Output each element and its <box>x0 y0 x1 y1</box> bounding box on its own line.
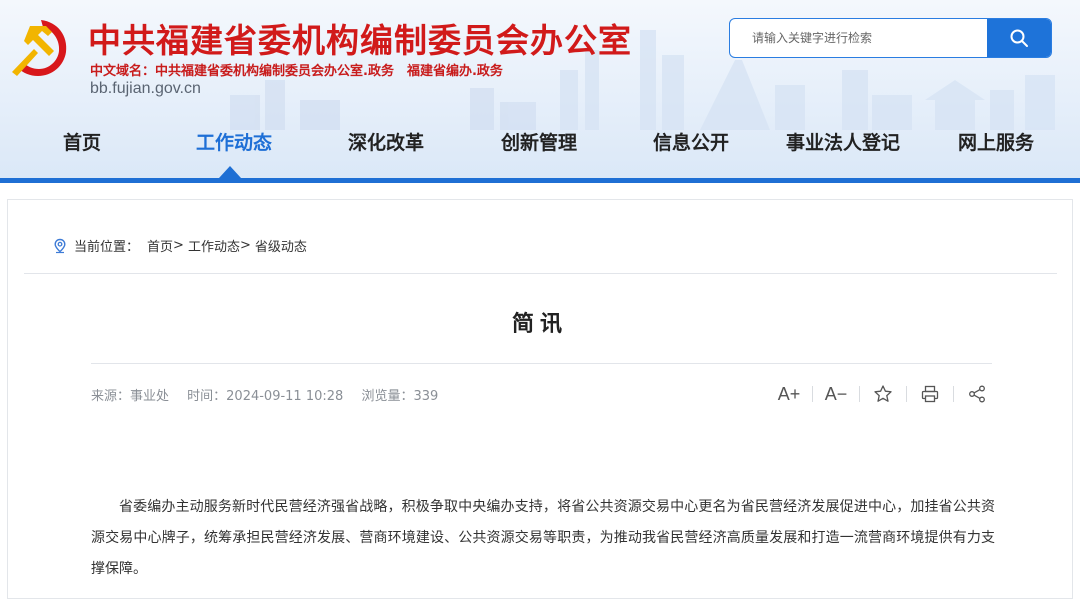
article-title: 简讯 <box>511 312 568 337</box>
tool-separator <box>859 386 860 402</box>
nav-underline-bar <box>0 178 1080 183</box>
nav-item-home[interactable]: 首页 <box>63 128 101 155</box>
article-time: 时间：2024-09-11 10:28 <box>187 389 344 404</box>
article-views: 浏览量：339 <box>361 389 439 404</box>
site-header: 中共福建省委机构编制委员会办公室 中文域名：中共福建省委机构编制委员会办公室.政… <box>0 0 1080 178</box>
nav-item-reform[interactable]: 深化改革 <box>348 128 424 155</box>
breadcrumb: 当前位置： 首页 > 工作动态 > 省级动态 <box>52 236 307 255</box>
font-decrease-button[interactable]: A− <box>821 382 851 406</box>
article-body: 省委编办主动服务新时代民营经济强省战略，积极争取中央编办支持，将省公共资源交易中… <box>91 499 995 577</box>
breadcrumb-home[interactable]: 首页 <box>147 236 173 255</box>
divider <box>91 363 992 364</box>
nav-item-work-news[interactable]: 工作动态 <box>196 128 272 155</box>
active-nav-indicator <box>219 166 241 178</box>
share-icon <box>969 385 985 403</box>
nav-item-legal-registration[interactable]: 事业法人登记 <box>786 128 900 155</box>
font-decrease-icon: A− <box>824 383 848 404</box>
breadcrumb-separator: > <box>173 238 184 253</box>
main-nav: 首页 工作动态 深化改革 创新管理 信息公开 事业法人登记 网上服务 <box>0 122 1080 162</box>
article-source: 来源：事业处 <box>91 389 170 404</box>
article-meta: 来源：事业处 时间：2024-09-11 10:28 浏览量：339 <box>91 385 452 404</box>
article-card: 当前位置： 首页 > 工作动态 > 省级动态 简讯 来源：事业处 时间：2024… <box>7 199 1073 599</box>
site-domain: bb.fujian.gov.cn <box>90 80 201 97</box>
nav-item-disclosure[interactable]: 信息公开 <box>653 128 729 155</box>
share-button[interactable] <box>962 382 992 406</box>
article-tools: A+ A− <box>774 382 992 406</box>
search-input[interactable] <box>730 19 988 57</box>
font-increase-icon: A+ <box>777 383 801 404</box>
nav-item-innovation[interactable]: 创新管理 <box>501 128 577 155</box>
tool-separator <box>906 386 907 402</box>
nav-item-online-service[interactable]: 网上服务 <box>958 128 1034 155</box>
party-emblem-icon <box>12 20 67 76</box>
favorite-button[interactable] <box>868 382 898 406</box>
tool-separator <box>812 386 813 402</box>
search-box <box>729 18 1052 58</box>
print-icon <box>921 385 939 403</box>
print-button[interactable] <box>915 382 945 406</box>
font-increase-button[interactable]: A+ <box>774 382 804 406</box>
divider <box>24 273 1057 274</box>
search-icon <box>1010 29 1028 47</box>
search-button[interactable] <box>987 19 1051 57</box>
tool-separator <box>953 386 954 402</box>
breadcrumb-separator: > <box>239 238 251 253</box>
star-icon <box>874 385 892 402</box>
location-icon <box>54 238 66 253</box>
site-subtitle: 中文域名：中共福建省委机构编制委员会办公室.政务 福建省编办.政务 <box>90 64 503 79</box>
breadcrumb-work-news[interactable]: 工作动态 <box>188 236 240 255</box>
breadcrumb-prefix: 当前位置： <box>74 240 140 255</box>
site-title: 中共福建省委机构编制委员会办公室 <box>88 21 632 60</box>
breadcrumb-provincial-news[interactable]: 省级动态 <box>255 236 307 255</box>
